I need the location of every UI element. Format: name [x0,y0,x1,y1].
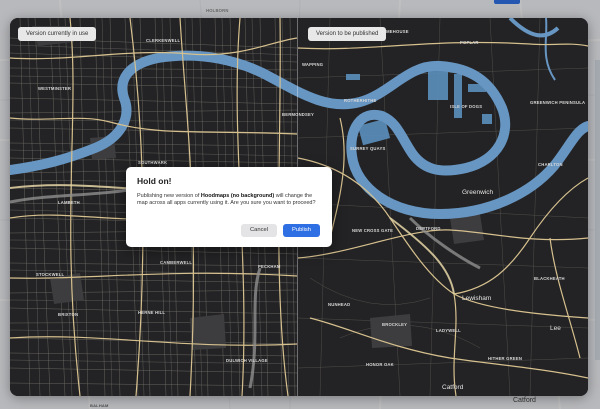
published-version-label: Version to be published [308,27,387,41]
map-label-nunhead: NUNHEAD [328,302,350,307]
map-label-catford: Catford [442,384,464,391]
map-label-surrey-quays: SURREY QUAYS [350,146,385,151]
map-label-camberwell: CAMBERWELL [160,260,192,265]
publish-button[interactable]: Publish [282,224,320,237]
map-label-deptford: DEPTFORD [416,226,441,231]
map-label-blackheath: BLACKHEATH [534,276,565,281]
map-label-lewisham: Lewisham [462,295,491,302]
map-label-westminster: WESTMINSTER [38,86,71,91]
map-label-poplar: POPLAR [460,40,479,45]
current-version-label: Version currently in use [18,27,97,41]
map-label-peckham: PECKHAM [258,264,281,269]
style-name: Hoodmaps (no background) [200,193,275,199]
map-label-stockwell: STOCKWELL [36,272,64,277]
map-label-hither-green: HITHER GREEN [488,356,522,361]
map-label-clerkenwell: CLERKENWELL [146,38,181,43]
dialog-message-prefix: Publishing new version of [137,193,201,199]
publish-confirm-dialog: Hold on! Publishing new version of Hoodm… [126,167,332,247]
map-label-brockley: BROCKLEY [382,322,407,327]
map-label-southwark: SOUTHWARK [138,160,167,165]
map-label-lee: Lee [550,325,561,332]
map-label-lambeth: LAMBETH [58,200,80,205]
map-label-charlton: CHARLTON [538,162,563,167]
map-label-new-cross: NEW CROSS GATE [352,228,393,233]
map-label-wapping: WAPPING [302,62,323,67]
map-label-bermondsey: BERMONDSEY [282,112,314,117]
map-label-isle-of-dogs: ISLE OF DOGS [450,104,482,109]
map-label-herne-hill: HERNE HILL [138,310,165,315]
map-label-dulwich: DULWICH VILLAGE [226,358,268,363]
cancel-button[interactable]: Cancel [240,224,277,237]
map-label-greenwich-peninsula: GREENWICH PENINSULA [530,100,585,105]
map-label-brixton: BRIXTON [58,312,78,317]
map-label-honor-oak: HONOR OAK [366,362,394,367]
dialog-message: Publishing new version of Hoodmaps (no b… [137,193,321,208]
map-label-rotherhithe: ROTHERHITHE [344,98,376,103]
dialog-title: Hold on! [137,176,172,186]
map-label-ladywell: LADYWELL [436,328,461,333]
map-label-greenwich: Greenwich [462,189,493,196]
